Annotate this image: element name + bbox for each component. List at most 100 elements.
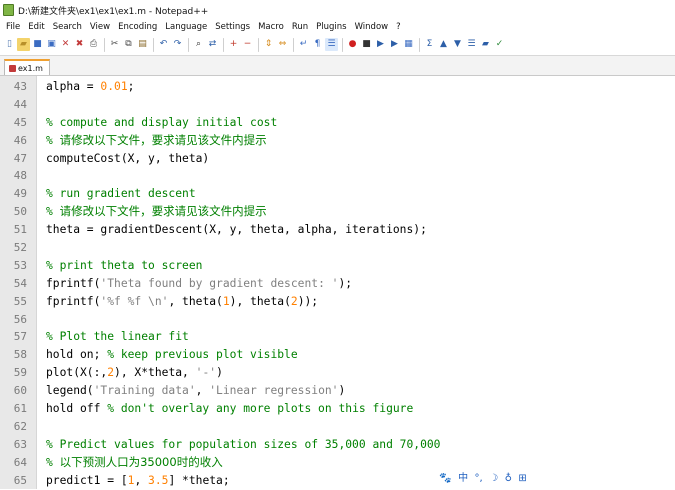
line-number: 62	[13, 419, 27, 433]
word-wrap-icon[interactable]: ↵	[297, 38, 310, 51]
code-token: 请修改以下文件，要求请见该文件内提示	[59, 132, 267, 147]
soft-keyboard-icon[interactable]: ♁	[505, 470, 512, 487]
code-token: ;	[127, 80, 135, 93]
toolbar-separator	[293, 37, 294, 52]
code-token: hold on;	[46, 348, 108, 362]
expand-icon[interactable]: ▼	[451, 38, 464, 51]
code-token: % print theta to screen	[46, 258, 203, 272]
code-token: ));	[297, 294, 319, 308]
code-line: 54 fprintf('Theta found by gradient desce…	[0, 275, 675, 293]
code-token: 'Linear regression'	[209, 384, 339, 398]
menu-window[interactable]: Window	[351, 20, 393, 34]
save-all-icon[interactable]: ▣	[45, 38, 58, 51]
tab-ex1[interactable]: ex1.m	[4, 59, 50, 75]
line-number: 50	[13, 205, 27, 219]
code-token: % Plot the linear fit	[46, 330, 189, 344]
sync-horizontal-icon[interactable]: ⇔	[276, 38, 289, 51]
zoom-out-icon[interactable]: −	[241, 38, 254, 51]
line-number: 60	[13, 384, 27, 398]
punctuation-icon[interactable]: °,	[475, 470, 483, 487]
code-lines: 43 alpha = 0.01; 44 45 % compute and display…	[0, 78, 675, 489]
paw-icon[interactable]: 🐾	[439, 470, 451, 487]
menu-plugins[interactable]: Plugins	[312, 20, 350, 34]
code-token: '%f %f \n'	[100, 294, 169, 308]
code-token: )	[216, 366, 223, 380]
indent-guide-icon[interactable]: ☰	[325, 38, 338, 51]
menu-settings[interactable]: Settings	[211, 20, 254, 34]
menu-language[interactable]: Language	[161, 20, 211, 34]
menu-help[interactable]: ?	[392, 20, 405, 34]
code-token: '-'	[195, 366, 217, 380]
run-macro-multiple-icon[interactable]: ▶	[388, 38, 401, 51]
redo-icon[interactable]: ↷	[171, 38, 184, 51]
code-token: computeCost(X, y, theta)	[46, 151, 210, 165]
copy-icon[interactable]: ⧉	[122, 38, 135, 51]
save-macro-icon[interactable]: ▦	[402, 38, 415, 51]
chinese-mode-icon[interactable]: 中	[458, 470, 468, 487]
save-icon[interactable]: ■	[31, 38, 44, 51]
line-text: alpha = 0.01;	[46, 78, 134, 96]
code-line: 48	[0, 167, 675, 185]
record-macro-icon[interactable]: ●	[346, 38, 359, 51]
code-token: 3.5	[148, 473, 169, 487]
line-number: 65	[13, 473, 27, 487]
open-file-icon[interactable]: ▰	[17, 38, 30, 51]
menu-edit[interactable]: Edit	[24, 20, 48, 34]
line-text: % 以下预测人口为35000时的收入	[46, 454, 223, 472]
grid-menu-icon[interactable]: ⊞	[518, 470, 526, 487]
line-number: 64	[13, 455, 27, 469]
unsaved-file-icon	[9, 64, 16, 72]
halfwidth-moon-icon[interactable]: ☽	[489, 470, 498, 487]
new-file-icon[interactable]: ▯	[3, 38, 16, 51]
close-icon[interactable]: ✕	[59, 38, 72, 51]
code-token: 0.01	[100, 80, 128, 93]
replace-icon[interactable]: ⇄	[206, 38, 219, 51]
folder-workspace-icon[interactable]: ▰	[479, 38, 492, 51]
find-icon[interactable]: ⌕	[192, 38, 205, 51]
code-token: ,	[134, 473, 149, 487]
toolbar-separator	[153, 37, 154, 52]
line-number: 63	[13, 437, 27, 451]
code-token: legend(	[46, 384, 94, 398]
menu-encoding[interactable]: Encoding	[114, 20, 161, 34]
close-all-icon[interactable]: ✖	[73, 38, 86, 51]
menu-search[interactable]: Search	[49, 20, 86, 34]
cut-icon[interactable]: ✂	[108, 38, 121, 51]
code-line: 50% 请修改以下文件，要求请见该文件内提示	[0, 203, 675, 221]
play-macro-icon[interactable]: ▶	[374, 38, 387, 51]
toolbar-separator	[342, 37, 343, 52]
code-editor[interactable]: 43 alpha = 0.01; 44 45 % compute and display…	[0, 76, 675, 489]
code-token: 'Theta found by gradient descent: '	[100, 276, 339, 290]
function-list-icon[interactable]: Σ	[423, 38, 436, 51]
paste-icon[interactable]: ▤	[136, 38, 149, 51]
sync-vertical-icon[interactable]: ⇕	[262, 38, 275, 51]
toolbar-separator	[419, 37, 420, 52]
line-number: 49	[13, 187, 27, 201]
spell-check-icon[interactable]: ✓	[493, 38, 506, 51]
document-map-icon[interactable]: ☰	[465, 38, 478, 51]
toolbar-separator	[258, 37, 259, 52]
menu-file[interactable]: File	[0, 20, 24, 34]
code-line: 58 hold on; % keep previous plot visible	[0, 346, 675, 364]
zoom-in-icon[interactable]: +	[227, 38, 240, 51]
code-line: 55 fprintf('%f %f \n', theta(1), theta(2)…	[0, 293, 675, 311]
print-icon[interactable]: ⎙	[87, 38, 100, 51]
line-number: 59	[13, 366, 27, 380]
undo-icon[interactable]: ↶	[157, 38, 170, 51]
code-token: % keep previous plot visible	[107, 348, 298, 362]
code-token: fprintf(	[46, 276, 101, 290]
stop-record-icon[interactable]: ■	[360, 38, 373, 51]
collapse-icon[interactable]: ▲	[437, 38, 450, 51]
code-token: 'Training data'	[93, 384, 196, 398]
menu-view[interactable]: View	[86, 20, 114, 34]
line-text: % 请修改以下文件，要求请见该文件内提示	[46, 132, 267, 150]
menu-bar: File Edit Search View Encoding Language Settin…	[0, 20, 675, 34]
menu-macro[interactable]: Macro	[254, 20, 288, 34]
toolbar-separator	[188, 37, 189, 52]
code-line: 53 % print theta to screen	[0, 257, 675, 275]
menu-run[interactable]: Run	[288, 20, 312, 34]
show-all-chars-icon[interactable]: ¶	[311, 38, 324, 51]
line-number: 46	[13, 133, 27, 147]
notepadpp-icon	[3, 4, 14, 16]
code-line: 44	[0, 96, 675, 114]
